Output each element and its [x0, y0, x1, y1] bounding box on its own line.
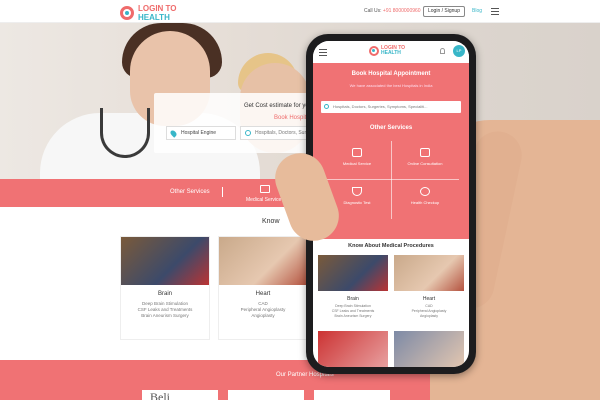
card-title: Brain: [157, 291, 172, 297]
call-number[interactable]: +91 8000000960: [383, 8, 421, 14]
medical-service-link[interactable]: Medical Service: [246, 197, 281, 203]
card-line: Angioplasty: [251, 313, 275, 318]
services-grid: Medical Service Online Consultation Diag…: [323, 141, 459, 219]
card-line: Brain Aneurism Surgery: [334, 314, 372, 318]
card-title: Heart: [422, 296, 436, 302]
service-label: Medical Service: [342, 161, 372, 166]
call-label: Call Us:: [364, 8, 382, 14]
location-pin-icon: [169, 129, 178, 138]
logo-text-line2: HEALTH: [381, 50, 401, 56]
phone-logo[interactable]: LOGIN TO HEALTH: [369, 46, 405, 56]
book-appointment-title: Book Hospital Appointment: [351, 71, 431, 77]
know-procedures-title: Know About Medical Procedures: [348, 243, 434, 249]
search-icon: [245, 130, 251, 136]
logo-mark-icon: [120, 6, 134, 20]
user-avatar[interactable]: LP: [453, 45, 465, 57]
card-line: Brain Aneurism Surgery: [141, 313, 189, 318]
consultation-icon: [420, 148, 430, 157]
other-services-label: Other Services: [170, 189, 210, 195]
other-services-title: Other Services: [369, 125, 413, 131]
login-signup-button[interactable]: Login / Signup: [423, 6, 465, 17]
service-label: Online Consultation: [407, 161, 443, 166]
ribbon-card-image[interactable]: [318, 331, 388, 367]
partner-logo[interactable]: [314, 390, 390, 400]
service-label: Health Checkup: [410, 200, 440, 205]
logo-mark-icon: [369, 46, 379, 56]
flask-icon: [352, 187, 362, 196]
know-section-title: Know: [262, 218, 280, 225]
medical-bag-icon: [352, 148, 362, 157]
procedure-card-heart[interactable]: Heart CAD Peripheral Angioplasty Angiopl…: [218, 236, 308, 340]
stethoscope: [100, 108, 150, 158]
service-medical[interactable]: Medical Service: [323, 141, 391, 179]
bell-icon[interactable]: [440, 48, 445, 54]
site-logo[interactable]: LOGIN TO HEALTH: [120, 4, 177, 22]
brain-card-image: [121, 237, 209, 285]
child-card-image[interactable]: [394, 331, 464, 367]
heart-card-image: [219, 237, 307, 285]
phone-header: LOGIN TO HEALTH LP: [313, 41, 469, 63]
blog-link[interactable]: Blog: [472, 8, 482, 14]
search-icon: [324, 104, 329, 109]
cost-estimate-panel: Get Cost estimate for yo Book Hospital H…: [154, 93, 324, 153]
cost-title: Get Cost estimate for yo: [244, 103, 309, 109]
call-us: Call Us: +91 8000000960: [364, 8, 421, 14]
medical-service-icon: [260, 185, 270, 193]
book-appointment-subtitle: We have associated the best Hospitals in…: [349, 83, 433, 88]
bulb-icon: [420, 187, 430, 196]
phone-search-input[interactable]: Hospitals, Doctors, Surgeries, Symptoms,…: [321, 101, 461, 113]
heart-card-image: [394, 255, 464, 291]
phone-menu-icon[interactable]: [319, 49, 327, 56]
partner-logo[interactable]: [228, 390, 304, 400]
phone-card-heart[interactable]: Heart CAD Peripheral Angioplasty Angiopl…: [394, 255, 464, 335]
hamburger-menu-icon[interactable]: [491, 8, 499, 15]
procedure-card-brain[interactable]: Brain Deep Brain Stimulation CSF Leaks a…: [120, 236, 210, 340]
partner-logo[interactable]: Beli: [142, 390, 218, 400]
card-title: Brain: [347, 296, 359, 302]
service-online-consultation[interactable]: Online Consultation: [391, 141, 459, 179]
card-line: Angioplasty: [419, 314, 439, 318]
logo-text-line1: LOGIN TO: [138, 4, 177, 13]
service-health-checkup[interactable]: Health Checkup: [391, 180, 459, 218]
divider: [222, 187, 223, 197]
card-title: Heart: [255, 291, 271, 297]
location-field[interactable]: Hospital Engine: [166, 126, 236, 140]
logo-text-line2: HEALTH: [138, 13, 170, 22]
brain-card-image: [318, 255, 388, 291]
page: LOGIN TO HEALTH Call Us: +91 8000000960 …: [0, 0, 600, 400]
desktop-header: LOGIN TO HEALTH Call Us: +91 8000000960 …: [0, 0, 600, 23]
phone-card-brain[interactable]: Brain Deep Brain Stimulation CSF Leaks a…: [318, 255, 388, 335]
